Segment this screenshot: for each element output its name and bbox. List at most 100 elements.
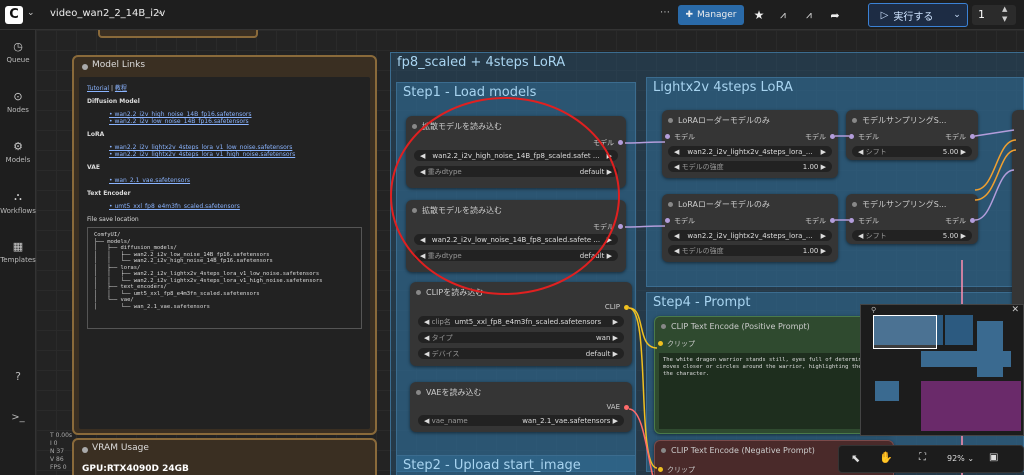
link-item[interactable]: • wan2.2_i2v_high_noise_14B_fp16.safeten… — [109, 111, 362, 118]
link-item[interactable]: • umt5_xxl_fp8_e4m3fn_scaled.safetensors — [109, 203, 362, 210]
collapse-dot-icon[interactable] — [661, 448, 666, 453]
output-port[interactable] — [618, 140, 623, 145]
chart-icon[interactable]: ⩘ — [774, 5, 792, 25]
star-icon[interactable]: ★ — [750, 5, 768, 25]
sidebar-item-nodes[interactable]: ⊙ Nodes — [0, 90, 36, 114]
tutorial-link[interactable]: Tutorial — [87, 85, 109, 92]
collapse-dot-icon[interactable] — [852, 118, 857, 123]
strength-input[interactable]: ◀ モデルの強度 1.00 ▶ — [668, 245, 832, 256]
stepper-down-icon[interactable]: ▼ — [1002, 15, 1007, 23]
stepper-up-icon[interactable]: ▲ — [1002, 5, 1007, 13]
shift-input[interactable]: ◀ シフト 5.00 ▶ — [852, 146, 972, 157]
output-port[interactable] — [970, 134, 975, 139]
link-item[interactable]: • wan2.2_i2v_low_noise_14B_fp16.safetens… — [109, 118, 362, 125]
link-item[interactable]: • wan_2.1_vae.safetensors — [109, 177, 362, 184]
output-port[interactable] — [830, 134, 835, 139]
vae-loader-node[interactable]: VAEを読み込む VAE ◀ vae_name wan_2.1_vae.safet… — [410, 382, 632, 432]
field-value: wan — [595, 333, 611, 342]
output-port[interactable] — [830, 218, 835, 223]
sidebar-item-workflows[interactable]: ⛬ Workflows — [0, 190, 36, 215]
run-label: 実行する — [893, 11, 934, 23]
sidebar-item-templates[interactable]: ▦ Templates — [0, 240, 36, 264]
model-sampling-node-2[interactable]: モデルサンプリングS... モデル モデル ◀ シフト 5.00 ▶ — [846, 194, 978, 244]
help-icon[interactable]: ? — [0, 370, 36, 383]
stat-v: V 86 — [50, 456, 64, 463]
zoom-level[interactable]: 92% ⌄ — [947, 454, 974, 463]
chevron-down-icon[interactable]: ⌄ — [27, 8, 35, 18]
prompt-textarea[interactable]: The white dragon warrior stands still, e… — [659, 353, 891, 429]
graph-canvas[interactable]: T 0.00s I 0 N 37 V 86 FPS 0 Model Links … — [36, 30, 1024, 475]
more-icon[interactable]: ⋯ — [660, 7, 670, 18]
input-port[interactable] — [849, 134, 854, 139]
tab-menu-icon[interactable]: ⌄ — [156, 6, 164, 17]
console-icon[interactable]: >_ — [0, 412, 36, 423]
model-links-node[interactable]: Model Links Tutorial | 教程 Diffusion Mode… — [72, 55, 377, 435]
strength-input[interactable]: ◀ モデルの強度 1.00 ▶ — [668, 161, 832, 172]
minimap[interactable]: ⚲ ✕ — [860, 304, 1024, 436]
clip-type-select[interactable]: ◀ タイプ wan ▶ — [418, 332, 624, 343]
collapse-dot-icon[interactable] — [668, 118, 673, 123]
link-text: wan2.2_i2v_high_noise_14B_fp16.safetenso… — [114, 111, 252, 118]
collapse-dot-icon[interactable] — [661, 324, 666, 329]
collapse-dot-icon[interactable] — [412, 124, 417, 129]
link-text: wan2.2_i2v_lightx2v_4steps_lora_v1_high_… — [114, 151, 296, 158]
link-item[interactable]: • wan2.2_i2v_lightx2v_4steps_lora_v1_hig… — [109, 151, 362, 158]
input-label: モデル — [858, 217, 879, 225]
minimap-viewport[interactable] — [873, 315, 937, 349]
group-step2[interactable]: Step2 - Upload start_image — [396, 455, 636, 475]
collapse-dot-icon[interactable] — [668, 202, 673, 207]
collapse-dot-icon[interactable] — [416, 390, 421, 395]
link-item[interactable]: • wan2.2_i2v_lightx2v_4steps_lora_v1_low… — [109, 144, 362, 151]
lora-select[interactable]: ◀ wan2.2_i2v_lightx2v_4steps_lora_... ▶ — [668, 230, 832, 241]
nodes-icon: ⊙ — [13, 90, 23, 103]
manual-link[interactable]: 教程 — [115, 85, 127, 92]
minimap-settings-icon[interactable]: ⚲ — [871, 306, 876, 314]
lora-loader-node-1[interactable]: LoRAローダーモデルのみ モデル モデル ◀ wan2.2_i2v_lightx… — [662, 110, 838, 178]
workflow-tab[interactable]: video_wan2_2_14B_i2v — [50, 8, 165, 19]
comfy-logo[interactable]: C — [5, 6, 23, 24]
input-port[interactable] — [658, 341, 663, 346]
input-port[interactable] — [849, 218, 854, 223]
collapse-dot-icon[interactable] — [852, 202, 857, 207]
collapse-dot-icon[interactable] — [416, 290, 421, 295]
model-sampling-node-1[interactable]: モデルサンプリングS... モデル モデル ◀ シフト 5.00 ▶ — [846, 110, 978, 160]
select-cursor-icon[interactable]: ⬉ — [851, 452, 860, 465]
output-port[interactable] — [624, 405, 629, 410]
run-button[interactable]: ▷ 実行する — [869, 4, 945, 26]
shift-input[interactable]: ◀ シフト 5.00 ▶ — [852, 230, 972, 241]
queue-count-input[interactable]: 1 ▲ ▼ — [972, 5, 1016, 25]
node-stub[interactable] — [98, 30, 258, 38]
clip-device-select[interactable]: ◀ デバイス default ▶ — [418, 348, 624, 359]
output-port[interactable] — [618, 224, 623, 229]
manager-button[interactable]: ✚ Manager — [678, 5, 744, 25]
output-port[interactable] — [624, 305, 629, 310]
vae-name-select[interactable]: ◀ vae_name wan_2.1_vae.safetensors ▶ — [418, 415, 624, 426]
model-links-body: Tutorial | 教程 Diffusion Model • wan2.2_i… — [79, 77, 370, 429]
fit-view-icon[interactable]: ⛶ — [919, 452, 926, 463]
output-label: モデル — [805, 133, 826, 141]
stat-i: I 0 — [50, 440, 58, 447]
chart-alt-icon[interactable]: ⩘ — [800, 5, 818, 25]
close-icon[interactable]: ✕ — [1011, 305, 1019, 315]
positive-prompt-node[interactable]: CLIP Text Encode (Positive Prompt) クリップ … — [654, 316, 894, 434]
field-value: 5.00 — [942, 231, 959, 240]
collapse-dot-icon[interactable] — [82, 64, 88, 70]
hand-pan-icon[interactable]: ✋ — [879, 451, 893, 464]
lora-heading: LoRA — [87, 131, 105, 138]
input-port[interactable] — [665, 218, 670, 223]
input-port[interactable] — [665, 134, 670, 139]
run-options-icon[interactable]: ⌄ — [947, 4, 967, 26]
input-port[interactable] — [658, 467, 663, 472]
sidebar-item-queue[interactable]: ◷ Queue — [0, 40, 36, 64]
clip-loader-node[interactable]: CLIPを読み込む CLIP ◀ clip名 umt5_xxl_fp8_e4m3f… — [410, 282, 632, 366]
sidebar-item-models[interactable]: ⚙ Models — [0, 140, 36, 164]
field-value: wan_2.1_vae.safetensors — [522, 416, 611, 425]
clip-name-select[interactable]: ◀ clip名 umt5_xxl_fp8_e4m3fn_scaled.safete… — [418, 316, 624, 327]
vram-usage-node[interactable]: VRAM Usage GPU:RTX4090D 24GB — [72, 438, 377, 475]
layers-icon[interactable]: ▣ — [989, 452, 998, 463]
output-port[interactable] — [970, 218, 975, 223]
collapse-dot-icon[interactable] — [82, 447, 88, 453]
lora-loader-node-2[interactable]: LoRAローダーモデルのみ モデル モデル ◀ wan2.2_i2v_lightx… — [662, 194, 838, 262]
share-icon[interactable]: ➦ — [826, 5, 844, 25]
lora-select[interactable]: ◀ wan2.2_i2v_lightx2v_4steps_lora_... ▶ — [668, 146, 832, 157]
